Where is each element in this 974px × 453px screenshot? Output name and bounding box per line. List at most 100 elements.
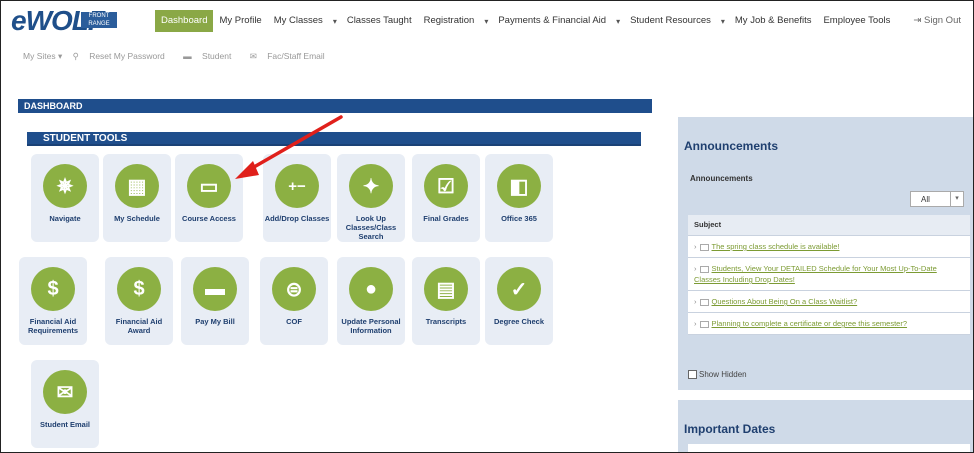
tile-update-personal-information[interactable]: ● Update Personal Information — [337, 257, 405, 345]
envelope-icon — [699, 298, 709, 306]
top-navigation: eWOLF FRONT RANGE Dashboard My Profile M… — [1, 1, 973, 39]
show-hidden-toggle[interactable]: Show Hidden — [688, 370, 747, 380]
reset-password-link[interactable]: ⚲ Reset My Password — [73, 51, 173, 61]
tile-look-up-classes[interactable]: ✦ Look Up Classes/Class Search — [337, 154, 405, 242]
check-square-icon: ✓ — [497, 267, 541, 311]
chevron-right-icon[interactable]: › — [694, 297, 697, 306]
tile-navigate[interactable]: ✵ Navigate — [31, 154, 99, 242]
mail-icon: ✉ — [249, 51, 260, 61]
chevron-down-icon[interactable]: ▾ — [480, 17, 492, 26]
browser-window-icon: ▭ — [187, 164, 231, 208]
portal-window: eWOLF FRONT RANGE Dashboard My Profile M… — [0, 0, 974, 453]
tile-label: Financial Aid Award — [115, 317, 163, 335]
announcement-row[interactable]: › Questions About Being On a Class Waitli… — [688, 291, 970, 313]
important-dates-content — [688, 444, 970, 452]
sign-out-label: Sign Out — [924, 15, 961, 26]
chevron-down-icon[interactable]: ▾ — [329, 17, 341, 26]
nav-student-resources[interactable]: Student Resources — [624, 10, 717, 32]
chevron-right-icon[interactable]: › — [694, 264, 697, 273]
tile-course-access[interactable]: ▭ Course Access — [175, 154, 243, 242]
staff-email-link[interactable]: ✉ Fac/Staff Email — [250, 51, 333, 61]
envelope-icon — [699, 243, 709, 251]
nav-my-classes[interactable]: My Classes — [268, 10, 329, 32]
nav-employee-tools[interactable]: Employee Tools — [817, 10, 896, 32]
chevron-down-icon[interactable]: ▾ — [950, 192, 963, 206]
announcements-panel: Announcements Announcements All ▾ Subjec… — [678, 117, 973, 390]
document-dollar-icon: $ — [31, 267, 75, 311]
calendar-icon: ▦ — [115, 164, 159, 208]
tile-label: Office 365 — [501, 214, 537, 223]
tile-label: Financial Aid Requirements — [27, 317, 78, 335]
nav-my-job-benefits[interactable]: My Job & Benefits — [729, 10, 818, 32]
student-tools-header: STUDENT TOOLS — [27, 132, 641, 146]
show-hidden-checkbox[interactable] — [688, 370, 697, 380]
document-icon: ▤ — [424, 267, 468, 311]
tile-label: Course Access — [182, 214, 236, 223]
reset-password-label: Reset My Password — [89, 51, 165, 61]
announcement-row[interactable]: › Students, View Your DETAILED Schedule f… — [688, 258, 970, 291]
tile-final-grades[interactable]: ☑ Final Grades — [412, 154, 480, 242]
tile-cof[interactable]: ⊜ COF — [260, 257, 328, 345]
announcement-link[interactable]: Students, View Your DETAILED Schedule fo… — [694, 264, 937, 284]
announcement-link[interactable]: The spring class schedule is available! — [712, 242, 840, 251]
nav-my-profile[interactable]: My Profile — [213, 10, 267, 32]
user-icon: ● — [349, 267, 393, 311]
nav-classes-taught[interactable]: Classes Taught — [341, 10, 418, 32]
chevron-down-icon[interactable]: ▾ — [717, 17, 729, 26]
tile-label: Update Personal Information — [341, 317, 401, 335]
secondary-links: My Sites ▾ ⚲ Reset My Password ▬ Student… — [23, 51, 341, 62]
dollar-icon: $ — [117, 267, 161, 311]
tile-label: Student Email — [39, 420, 90, 429]
filter-value: All — [921, 195, 930, 204]
checklist-icon: ☑ — [424, 164, 468, 208]
staff-email-label: Fac/Staff Email — [267, 51, 325, 61]
my-sites-dropdown[interactable]: My Sites ▾ — [23, 51, 62, 61]
tile-label: Navigate — [49, 214, 81, 223]
chevron-right-icon[interactable]: › — [694, 319, 697, 328]
chevron-right-icon[interactable]: › — [694, 242, 697, 251]
tile-office-365[interactable]: ◧ Office 365 — [485, 154, 553, 242]
tile-pay-my-bill[interactable]: ▬ Pay My Bill — [181, 257, 249, 345]
announcements-table: Subject › The spring class schedule is av… — [688, 215, 970, 335]
column-header-subject: Subject — [688, 215, 970, 236]
envelope-icon — [699, 320, 709, 328]
tile-label: Add/Drop Classes — [264, 214, 330, 223]
main-menu: Dashboard My Profile My Classes ▾ Classe… — [155, 10, 896, 32]
front-range-badge: FRONT RANGE — [81, 12, 117, 28]
tile-financial-aid-requirements[interactable]: $ Financial Aid Requirements — [19, 257, 87, 345]
important-dates-panel: Important Dates — [678, 400, 973, 452]
nav-registration[interactable]: Registration — [418, 10, 481, 32]
tile-financial-aid-award[interactable]: $ Financial Aid Award — [105, 257, 173, 345]
key-icon: ⚲ — [72, 51, 82, 61]
tile-student-email[interactable]: ✉ Student Email — [31, 360, 99, 448]
money-hand-icon: ⊜ — [272, 267, 316, 311]
tile-my-schedule[interactable]: ▦ My Schedule — [103, 154, 171, 242]
sign-out-icon: ⇥ — [913, 15, 925, 26]
card-icon: ▬ — [183, 51, 195, 61]
announcements-filter-select[interactable]: All ▾ — [910, 191, 964, 207]
tile-add-drop-classes[interactable]: +− Add/Drop Classes — [263, 154, 331, 242]
announcement-link[interactable]: Planning to complete a certificate or de… — [712, 319, 908, 328]
sign-out-link[interactable]: ⇥ Sign Out — [913, 15, 961, 26]
chevron-down-icon[interactable]: ▾ — [612, 17, 624, 26]
announcement-row[interactable]: › Planning to complete a certificate or d… — [688, 313, 970, 335]
tile-label: Transcripts — [425, 317, 467, 326]
ship-wheel-icon: ✵ — [43, 164, 87, 208]
tile-degree-check[interactable]: ✓ Degree Check — [485, 257, 553, 345]
announcement-row[interactable]: › The spring class schedule is available! — [688, 236, 970, 258]
announcements-title: Announcements — [684, 139, 779, 153]
announcements-subtitle: Announcements — [690, 174, 753, 183]
announcement-link[interactable]: Questions About Being On a Class Waitlis… — [712, 297, 858, 306]
book-search-icon: ✦ — [349, 164, 393, 208]
tile-transcripts[interactable]: ▤ Transcripts — [412, 257, 480, 345]
nav-payments-financial-aid[interactable]: Payments & Financial Aid — [492, 10, 612, 32]
nav-dashboard[interactable]: Dashboard — [155, 10, 214, 32]
envelope-icon: ✉ — [43, 370, 87, 414]
ewolf-logo[interactable]: eWOLF FRONT RANGE — [11, 7, 119, 35]
student-label: Student — [202, 51, 232, 61]
show-hidden-label: Show Hidden — [699, 370, 747, 379]
dashboard-header: DASHBOARD — [18, 99, 652, 113]
credit-card-icon: ▬ — [193, 267, 237, 311]
student-link[interactable]: ▬ Student — [183, 51, 239, 61]
tile-label: Final Grades — [423, 214, 469, 223]
